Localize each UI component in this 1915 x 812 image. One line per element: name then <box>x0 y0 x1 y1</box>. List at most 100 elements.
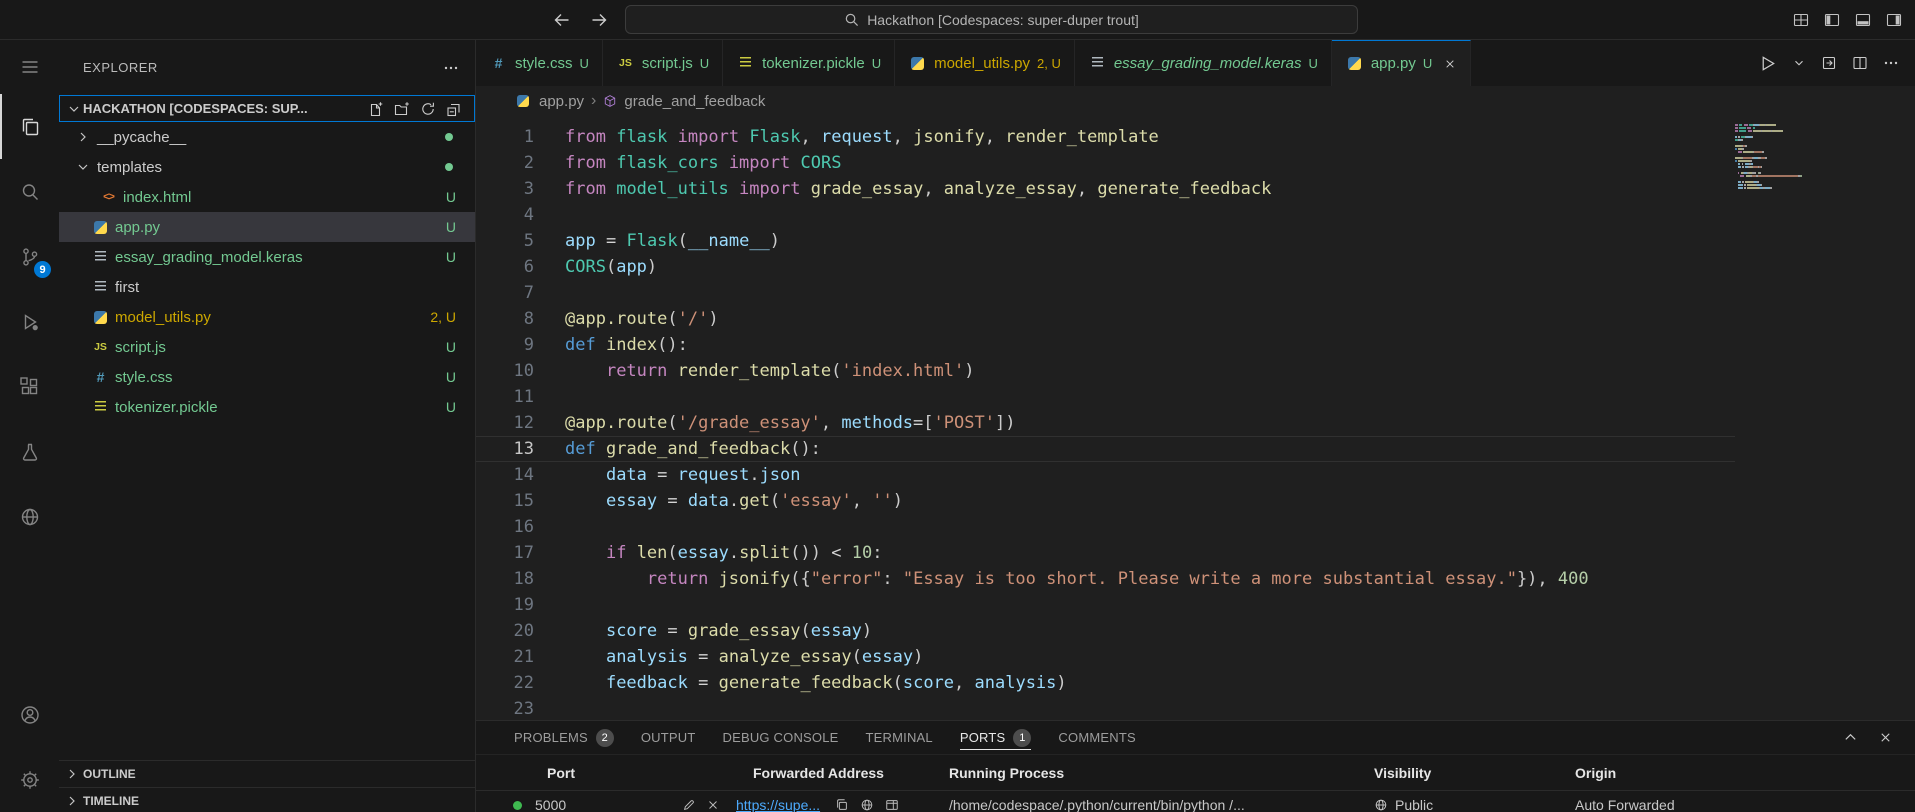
settings-gear-icon[interactable] <box>0 747 59 812</box>
panel-tab-debug-console[interactable]: DEBUG CONSOLE <box>723 721 839 754</box>
minimap[interactable] <box>1735 124 1815 193</box>
code-line-9[interactable]: 9 def index(): <box>476 332 1735 358</box>
accounts-icon[interactable] <box>0 682 59 747</box>
port-visibility[interactable]: Public <box>1374 797 1575 812</box>
editor-tab-essay_grading_model.keras[interactable]: essay_grading_model.keras U <box>1074 40 1332 86</box>
code-editor[interactable]: 1 from flask import Flask, request, jsoni… <box>476 116 1915 720</box>
code-line-18[interactable]: 18 return jsonify({"error": "Essay is to… <box>476 566 1735 592</box>
stop-forwarding-port-icon[interactable] <box>706 798 720 812</box>
new-folder-icon[interactable] <box>394 101 410 117</box>
close-tab-icon[interactable] <box>1443 57 1457 71</box>
explorer-section-header[interactable]: HACKATHON [CODESPACES: SUP... <box>59 95 475 122</box>
python-file-icon <box>1345 55 1364 73</box>
code-line-20[interactable]: 20 score = grade_essay(essay) <box>476 618 1735 644</box>
panel-tab-badge: 1 <box>1013 728 1032 747</box>
open-changes-icon[interactable] <box>1821 55 1837 71</box>
editor-tab-tokenizer.pickle[interactable]: tokenizer.pickle U <box>723 40 896 86</box>
open-in-browser-globe-icon[interactable] <box>860 798 874 812</box>
collapse-folders-icon[interactable] <box>446 101 462 117</box>
code-line-12[interactable]: 12 @app.route('/grade_essay', methods=['P… <box>476 410 1735 436</box>
panel-tab-ports[interactable]: PORTS 1 <box>959 721 1032 754</box>
search-sidebar-icon[interactable] <box>0 159 59 224</box>
tree-item-model_utils.py[interactable]: model_utils.py 2, U <box>59 302 475 332</box>
code-line-17[interactable]: 17 if len(essay.split()) < 10: <box>476 540 1735 566</box>
code-line-7[interactable]: 7 <box>476 280 1735 306</box>
remote-explorer-globe-icon[interactable] <box>0 484 59 549</box>
run-and-debug-icon[interactable] <box>0 289 59 354</box>
tree-item-style.css[interactable]: # style.css U <box>59 362 475 392</box>
line-number: 6 <box>523 257 534 277</box>
code-line-16[interactable]: 16 <box>476 514 1735 540</box>
command-center-search[interactable]: Hackathon [Codespaces: super-duper trout… <box>625 5 1358 34</box>
code-line-6[interactable]: 6 CORS(app) <box>476 254 1735 280</box>
back-arrow-icon[interactable] <box>552 10 572 30</box>
code-line-1[interactable]: 1 from flask import Flask, request, jsoni… <box>476 124 1735 150</box>
tree-item-first[interactable]: first <box>59 272 475 302</box>
code-line-14[interactable]: 14 data = request.json <box>476 462 1735 488</box>
edit-port-label-icon[interactable] <box>682 798 696 812</box>
code-line-15[interactable]: 15 essay = data.get('essay', '') <box>476 488 1735 514</box>
tree-item-tokenizer.pickle[interactable]: tokenizer.pickle U <box>59 392 475 422</box>
tree-item-templates[interactable]: templates <box>59 152 475 182</box>
close-panel-icon[interactable] <box>1878 730 1893 745</box>
line-number: 18 <box>513 569 534 589</box>
tree-item-script.js[interactable]: JS script.js U <box>59 332 475 362</box>
breadcrumb-symbol[interactable]: grade_and_feedback <box>624 93 765 110</box>
testing-beaker-icon[interactable] <box>0 419 59 484</box>
run-python-file-icon[interactable] <box>1758 54 1777 73</box>
tree-item-__pycache__[interactable]: __pycache__ <box>59 122 475 152</box>
editor-more-actions-icon[interactable] <box>1883 55 1899 71</box>
toggle-primary-sidebar-icon[interactable] <box>1824 12 1840 28</box>
code-line-13[interactable]: 13 def grade_and_feedback(): <box>476 436 1735 462</box>
preview-in-editor-icon[interactable] <box>885 798 899 812</box>
line-number: 19 <box>513 595 534 615</box>
extensions-icon[interactable] <box>0 354 59 419</box>
code-line-11[interactable]: 11 <box>476 384 1735 410</box>
code-line-22[interactable]: 22 feedback = generate_feedback(score, a… <box>476 670 1735 696</box>
port-row[interactable]: 5000 https://supe... /home/codespace/.py… <box>476 791 1915 812</box>
forward-arrow-icon[interactable] <box>589 10 609 30</box>
outline-section-header[interactable]: OUTLINE <box>59 760 475 787</box>
code-line-21[interactable]: 21 analysis = analyze_essay(essay) <box>476 644 1735 670</box>
git-status-badge: U <box>445 249 456 265</box>
breadcrumb-file[interactable]: app.py <box>539 93 584 110</box>
toggle-secondary-sidebar-icon[interactable] <box>1886 12 1902 28</box>
explorer-icon[interactable] <box>0 94 59 159</box>
panel-tab-comments[interactable]: COMMENTS <box>1058 721 1135 754</box>
editor-tab-script.js[interactable]: JS script.js U <box>602 40 724 86</box>
code-line-4[interactable]: 4 <box>476 202 1735 228</box>
panel-tab-terminal[interactable]: TERMINAL <box>866 721 933 754</box>
panel-tab-output[interactable]: OUTPUT <box>641 721 696 754</box>
tree-item-essay_grading_model.keras[interactable]: essay_grading_model.keras U <box>59 242 475 272</box>
source-control-icon[interactable]: 9 <box>0 224 59 289</box>
git-status-badge: 2, U <box>1036 55 1061 71</box>
file-name: essay_grading_model.keras <box>115 248 303 266</box>
copy-address-icon[interactable] <box>835 798 849 812</box>
panel-tab-problems[interactable]: PROBLEMS 2 <box>514 721 614 754</box>
new-file-icon[interactable] <box>368 101 384 117</box>
tree-item-index.html[interactable]: <> index.html U <box>59 182 475 212</box>
maximize-panel-icon[interactable] <box>1843 730 1858 745</box>
tree-item-app.py[interactable]: app.py U <box>59 212 475 242</box>
menu-icon[interactable] <box>0 40 59 94</box>
forwarded-address-link[interactable]: https://supe... <box>736 797 820 812</box>
code-line-10[interactable]: 10 return render_template('index.html') <box>476 358 1735 384</box>
timeline-section-header[interactable]: TIMELINE <box>59 787 475 812</box>
run-options-chevron-icon[interactable] <box>1792 56 1806 70</box>
split-editor-icon[interactable] <box>1852 55 1868 71</box>
line-number: 23 <box>513 699 534 719</box>
source-control-badge: 9 <box>34 261 51 278</box>
refresh-explorer-icon[interactable] <box>420 101 436 117</box>
editor-tab-style.css[interactable]: # style.css U <box>476 40 603 86</box>
code-line-8[interactable]: 8 @app.route('/') <box>476 306 1735 332</box>
customize-layout-icon[interactable] <box>1793 12 1809 28</box>
code-line-19[interactable]: 19 <box>476 592 1735 618</box>
code-line-5[interactable]: 5 app = Flask(__name__) <box>476 228 1735 254</box>
code-line-23[interactable]: 23 <box>476 696 1735 720</box>
code-line-2[interactable]: 2 from flask_cors import CORS <box>476 150 1735 176</box>
code-line-3[interactable]: 3 from model_utils import grade_essay, an… <box>476 176 1735 202</box>
editor-tab-app.py[interactable]: app.py U <box>1331 40 1472 86</box>
toggle-panel-icon[interactable] <box>1855 12 1871 28</box>
views-more-actions-icon[interactable] <box>443 60 459 76</box>
editor-tab-model_utils.py[interactable]: model_utils.py 2, U <box>895 40 1075 86</box>
